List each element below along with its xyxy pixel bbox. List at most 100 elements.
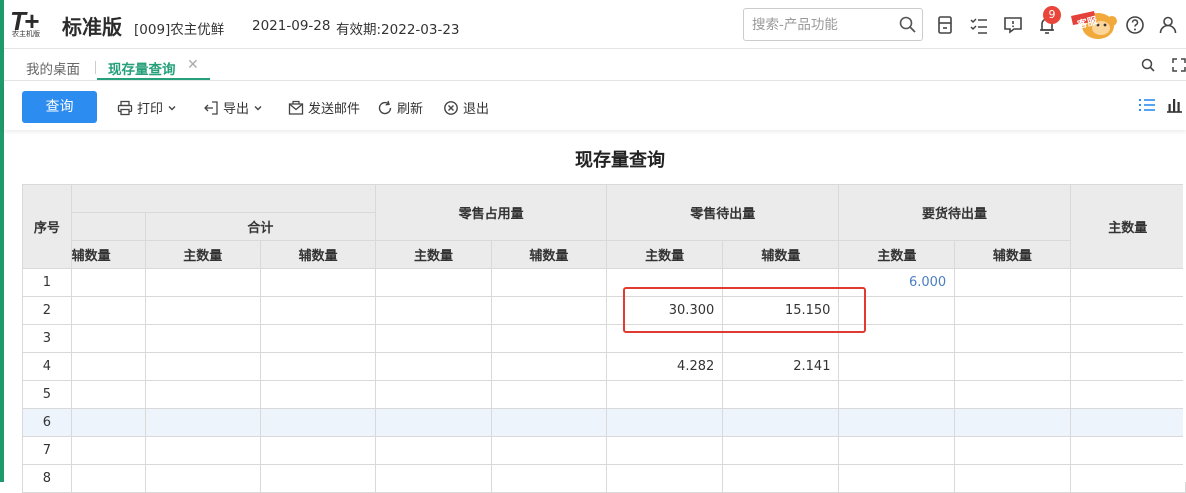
table-cell[interactable] xyxy=(70,380,146,409)
table-row-selected[interactable]: 6 xyxy=(22,408,1186,437)
table-cell[interactable] xyxy=(1069,436,1186,465)
table-row[interactable]: 4 4.282 2.141 xyxy=(22,352,1186,381)
chart-view-icon[interactable] xyxy=(1165,96,1183,114)
header-retail-occupied-aux-qty[interactable]: 辅数量 xyxy=(490,240,608,269)
table-cell[interactable] xyxy=(954,436,1071,465)
table-cell[interactable]: 30.300 xyxy=(606,296,724,325)
table-cell[interactable] xyxy=(375,268,492,297)
table-cell[interactable] xyxy=(606,380,724,409)
app-logo[interactable]: T+ 农主机版 xyxy=(10,6,64,38)
table-cell[interactable] xyxy=(722,324,840,353)
table-cell[interactable] xyxy=(259,408,377,437)
table-cell[interactable] xyxy=(375,296,492,325)
table-cell[interactable] xyxy=(954,380,1071,409)
table-cell[interactable] xyxy=(375,436,492,465)
table-cell[interactable] xyxy=(490,380,608,409)
table-cell[interactable] xyxy=(375,352,492,381)
table-cell[interactable] xyxy=(144,324,261,353)
header-request-pending-main-qty[interactable]: 主数量 xyxy=(838,240,956,269)
table-row[interactable]: 8 xyxy=(22,464,1186,493)
header-seq[interactable]: 序号 xyxy=(22,184,72,269)
table-cell[interactable] xyxy=(70,408,146,437)
table-cell[interactable] xyxy=(490,464,608,493)
message-icon[interactable] xyxy=(1002,14,1024,36)
query-button[interactable]: 查询 xyxy=(22,91,97,123)
table-cell[interactable] xyxy=(70,464,146,493)
table-row[interactable]: 1 6.000 xyxy=(22,268,1186,297)
table-cell[interactable] xyxy=(954,268,1071,297)
header-aux-qty-clipped[interactable]: 辅数量 xyxy=(70,240,146,269)
header-request-pending-aux-qty[interactable]: 辅数量 xyxy=(954,240,1071,269)
table-cell[interactable] xyxy=(1069,380,1186,409)
table-cell[interactable] xyxy=(259,268,377,297)
task-list-icon[interactable] xyxy=(968,14,990,36)
search-input[interactable] xyxy=(752,15,892,35)
table-cell[interactable] xyxy=(838,296,956,325)
table-cell[interactable] xyxy=(259,352,377,381)
header-retail-occupied-main-qty[interactable]: 主数量 xyxy=(375,240,492,269)
list-view-icon[interactable] xyxy=(1138,96,1156,114)
table-cell[interactable] xyxy=(70,352,146,381)
table-cell[interactable] xyxy=(954,296,1071,325)
table-cell[interactable]: 4.282 xyxy=(606,352,724,381)
table-cell[interactable] xyxy=(1069,408,1186,437)
table-cell[interactable] xyxy=(606,436,724,465)
search-box[interactable] xyxy=(743,8,923,41)
table-cell[interactable] xyxy=(722,380,840,409)
table-cell[interactable] xyxy=(490,268,608,297)
tab-stock-query[interactable]: 现存量查询 xyxy=(108,58,176,78)
header-retail-occupied[interactable]: 零售占用量 xyxy=(375,184,608,241)
table-cell[interactable] xyxy=(490,352,608,381)
header-total-aux-qty[interactable]: 辅数量 xyxy=(259,240,377,269)
table-cell[interactable] xyxy=(144,380,261,409)
header-total[interactable]: 合计 xyxy=(144,212,377,241)
table-cell[interactable] xyxy=(490,408,608,437)
table-row[interactable]: 2 30.300 15.150 xyxy=(22,296,1186,325)
help-icon[interactable] xyxy=(1124,14,1146,36)
table-cell[interactable] xyxy=(838,324,956,353)
table-cell[interactable] xyxy=(259,324,377,353)
table-cell[interactable] xyxy=(144,296,261,325)
table-cell[interactable] xyxy=(838,464,956,493)
table-cell[interactable] xyxy=(1069,268,1186,297)
tab-search-icon[interactable] xyxy=(1140,57,1156,73)
calculator-icon[interactable] xyxy=(934,14,956,36)
table-cell[interactable] xyxy=(722,436,840,465)
send-mail-button[interactable]: 发送邮件 xyxy=(288,98,360,117)
table-cell[interactable] xyxy=(490,436,608,465)
table-cell[interactable] xyxy=(1069,324,1186,353)
table-cell[interactable]: 2.141 xyxy=(722,352,840,381)
table-row[interactable]: 7 xyxy=(22,436,1186,465)
fullscreen-icon[interactable] xyxy=(1171,57,1186,73)
refresh-button[interactable]: 刷新 xyxy=(377,98,423,117)
customer-service-button[interactable]: 客服 xyxy=(1068,7,1118,41)
table-cell[interactable] xyxy=(1069,352,1186,381)
table-cell[interactable]: 15.150 xyxy=(722,296,840,325)
search-icon[interactable] xyxy=(898,15,918,35)
table-row[interactable]: 5 xyxy=(22,380,1186,409)
table-cell[interactable] xyxy=(838,352,956,381)
table-cell[interactable] xyxy=(259,296,377,325)
tab-my-desktop[interactable]: 我的桌面 xyxy=(26,58,80,78)
table-cell[interactable] xyxy=(144,464,261,493)
table-cell[interactable] xyxy=(144,352,261,381)
company-selector[interactable]: [009]农主优鲜 xyxy=(134,18,224,38)
table-cell[interactable] xyxy=(144,436,261,465)
table-cell[interactable] xyxy=(722,408,840,437)
print-button[interactable]: 打印 xyxy=(117,98,177,117)
table-cell[interactable] xyxy=(144,408,261,437)
table-cell[interactable] xyxy=(375,324,492,353)
table-cell[interactable] xyxy=(70,436,146,465)
header-total-main-qty[interactable]: 主数量 xyxy=(144,240,261,269)
table-cell[interactable] xyxy=(490,324,608,353)
table-cell[interactable] xyxy=(606,408,724,437)
table-cell[interactable] xyxy=(838,380,956,409)
table-cell[interactable] xyxy=(375,464,492,493)
header-partial-main-qty[interactable]: 主数量 xyxy=(1069,184,1186,269)
table-cell[interactable] xyxy=(1069,296,1186,325)
table-cell[interactable] xyxy=(259,464,377,493)
table-cell[interactable] xyxy=(838,408,956,437)
table-cell[interactable] xyxy=(722,268,840,297)
table-cell[interactable] xyxy=(490,296,608,325)
table-cell[interactable] xyxy=(838,436,956,465)
